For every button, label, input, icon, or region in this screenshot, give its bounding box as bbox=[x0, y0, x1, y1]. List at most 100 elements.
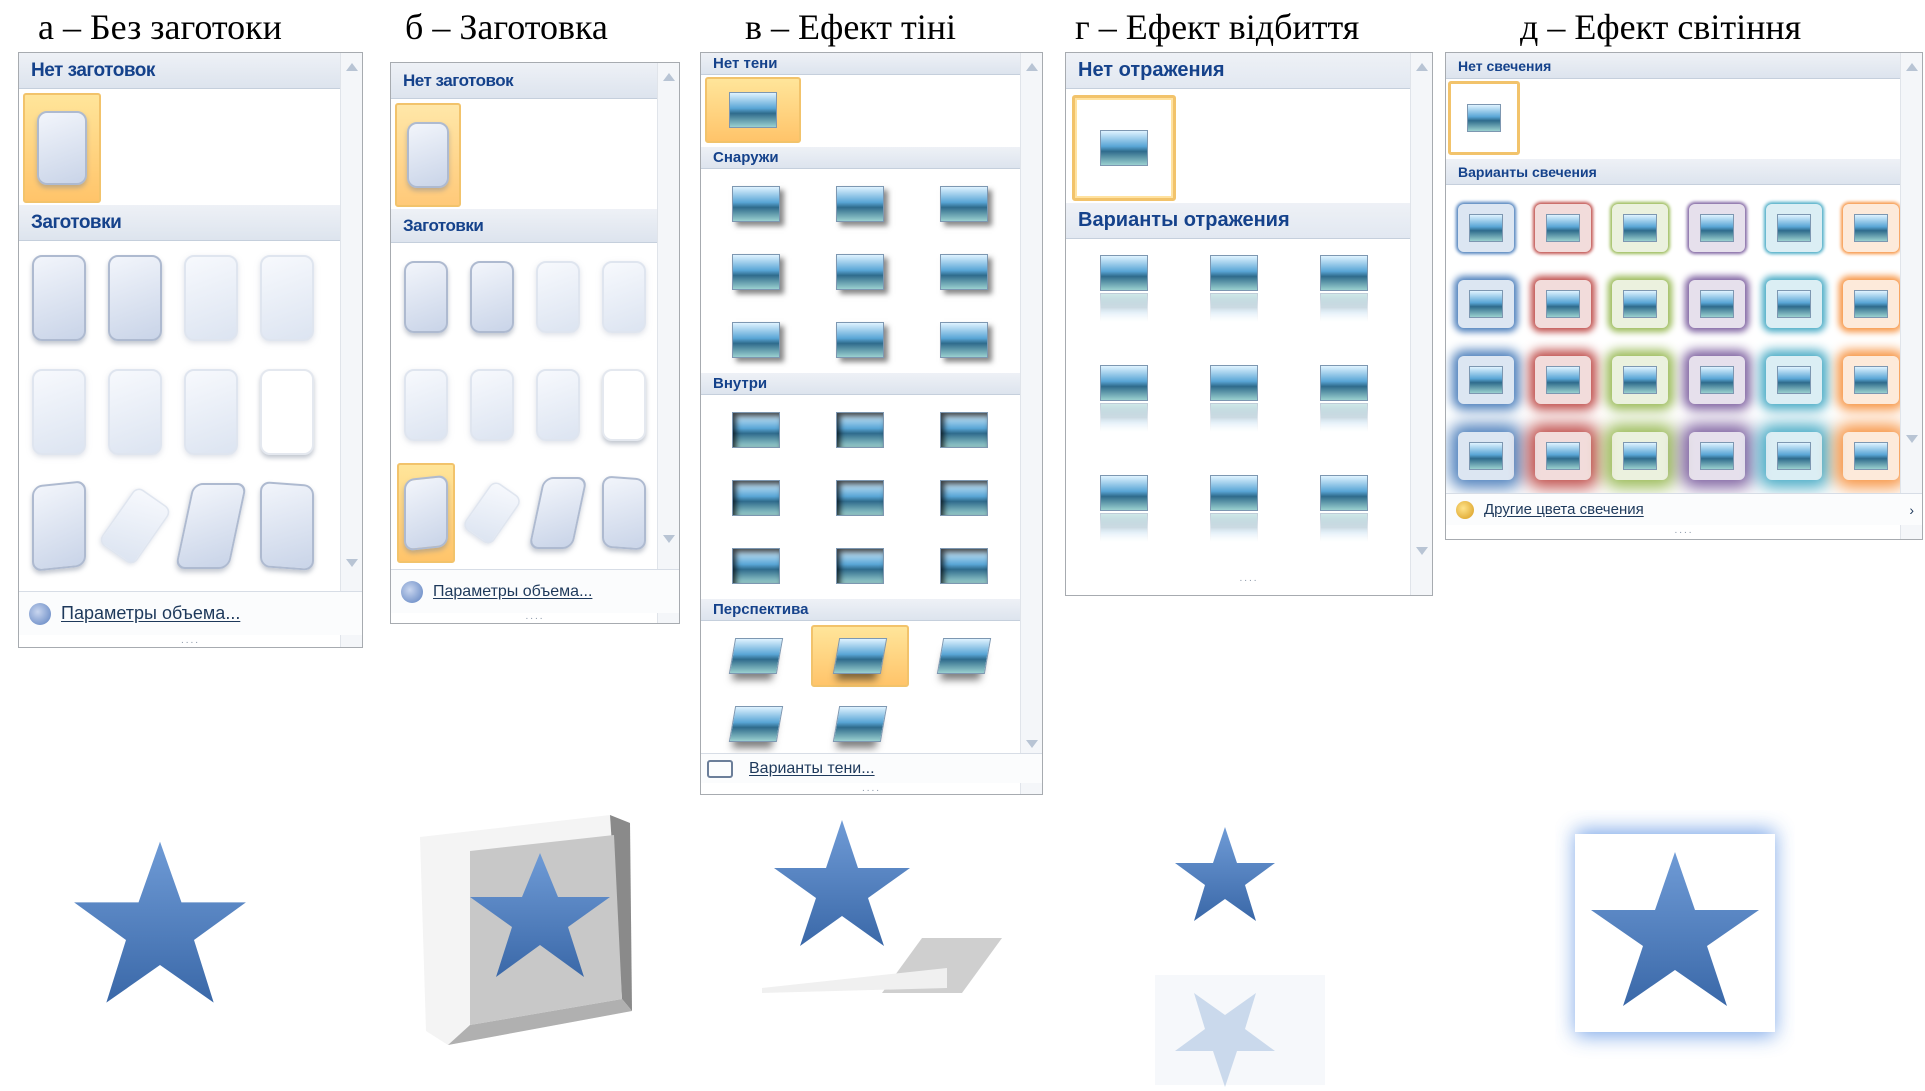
shadow-option[interactable] bbox=[707, 535, 805, 597]
shadow-option[interactable] bbox=[707, 309, 805, 371]
scroll-down-icon[interactable] bbox=[1026, 740, 1038, 748]
bevel-preset-option[interactable] bbox=[101, 245, 169, 351]
bevel-preset-option[interactable] bbox=[529, 247, 587, 347]
bevel-preset-option[interactable] bbox=[253, 359, 321, 465]
bevel-preset-option[interactable] bbox=[461, 463, 523, 563]
bevel-preset-option[interactable] bbox=[25, 359, 93, 465]
scroll-up-icon[interactable] bbox=[1026, 63, 1038, 71]
bevel-preset-option[interactable] bbox=[174, 473, 248, 579]
shadow-option[interactable] bbox=[915, 309, 1013, 371]
glow-option[interactable] bbox=[1835, 269, 1907, 339]
glow-option[interactable] bbox=[1450, 193, 1522, 263]
bevel-options-button[interactable]: Параметры объема... bbox=[19, 591, 362, 635]
scroll-down-icon[interactable] bbox=[1906, 435, 1918, 443]
glow-option[interactable] bbox=[1835, 345, 1907, 415]
glow-option[interactable] bbox=[1450, 421, 1522, 491]
glow-option[interactable] bbox=[1604, 421, 1676, 491]
bevel-preset-option[interactable] bbox=[397, 247, 455, 347]
scroll-up-icon[interactable] bbox=[1906, 63, 1918, 71]
shadow-option[interactable] bbox=[915, 173, 1013, 235]
resize-grip[interactable]: .... bbox=[1066, 573, 1432, 585]
glow-option[interactable] bbox=[1604, 269, 1676, 339]
glow-option[interactable] bbox=[1681, 193, 1753, 263]
resize-grip[interactable]: .... bbox=[391, 611, 679, 623]
bevel-preset-option[interactable] bbox=[397, 463, 455, 563]
glow-option[interactable] bbox=[1835, 421, 1907, 491]
shadow-options-button[interactable]: Варианты тени... bbox=[701, 753, 1042, 783]
bevel-preset-option[interactable] bbox=[177, 245, 245, 351]
bevel-preset-option[interactable] bbox=[253, 245, 321, 351]
scroll-up-icon[interactable] bbox=[1416, 63, 1428, 71]
more-glow-colors-button[interactable]: Другие цвета свечения › bbox=[1446, 493, 1922, 525]
reflection-option[interactable] bbox=[1072, 465, 1176, 569]
reflection-option[interactable] bbox=[1292, 245, 1396, 349]
bevel-preset-option[interactable] bbox=[25, 473, 93, 579]
glow-none-option[interactable] bbox=[1448, 81, 1520, 155]
glow-option[interactable] bbox=[1450, 269, 1522, 339]
glow-option[interactable] bbox=[1758, 421, 1830, 491]
bevel-none-option[interactable] bbox=[395, 103, 461, 207]
glow-option[interactable] bbox=[1758, 269, 1830, 339]
shadow-option[interactable] bbox=[707, 399, 805, 461]
bevel-none-option[interactable] bbox=[23, 93, 101, 203]
glow-option[interactable] bbox=[1758, 345, 1830, 415]
glow-option[interactable] bbox=[1527, 269, 1599, 339]
bevel-preset-option[interactable] bbox=[177, 359, 245, 465]
resize-grip[interactable]: .... bbox=[19, 635, 362, 647]
reflection-option[interactable] bbox=[1072, 245, 1176, 349]
bevel-options-button[interactable]: Параметры объема... bbox=[391, 569, 679, 613]
bevel-preset-option[interactable] bbox=[397, 355, 455, 455]
scrollbar[interactable] bbox=[657, 63, 679, 623]
shadow-option[interactable] bbox=[915, 625, 1013, 687]
scroll-down-icon[interactable] bbox=[346, 559, 358, 567]
glow-option[interactable] bbox=[1604, 193, 1676, 263]
resize-grip[interactable]: .... bbox=[1446, 525, 1922, 537]
reflection-option[interactable] bbox=[1182, 465, 1286, 569]
glow-option[interactable] bbox=[1681, 345, 1753, 415]
shadow-option[interactable] bbox=[915, 241, 1013, 303]
bevel-preset-option[interactable] bbox=[253, 473, 321, 579]
reflection-option[interactable] bbox=[1182, 245, 1286, 349]
bevel-preset-option[interactable] bbox=[25, 245, 93, 351]
glow-option[interactable] bbox=[1835, 193, 1907, 263]
bevel-preset-option[interactable] bbox=[463, 247, 521, 347]
shadow-option[interactable] bbox=[811, 625, 909, 687]
glow-option[interactable] bbox=[1681, 269, 1753, 339]
reflection-option[interactable] bbox=[1292, 465, 1396, 569]
scroll-up-icon[interactable] bbox=[346, 63, 358, 71]
shadow-option[interactable] bbox=[811, 173, 909, 235]
shadow-option[interactable] bbox=[811, 241, 909, 303]
shadow-option[interactable] bbox=[707, 625, 805, 687]
bevel-preset-option[interactable] bbox=[101, 359, 169, 465]
shadow-option[interactable] bbox=[811, 535, 909, 597]
glow-option[interactable] bbox=[1527, 421, 1599, 491]
shadow-option[interactable] bbox=[707, 467, 805, 529]
shadow-option[interactable] bbox=[811, 693, 909, 755]
scrollbar[interactable] bbox=[1900, 53, 1922, 539]
shadow-option[interactable] bbox=[915, 467, 1013, 529]
glow-option[interactable] bbox=[1527, 345, 1599, 415]
bevel-preset-option[interactable] bbox=[97, 473, 173, 579]
scrollbar[interactable] bbox=[1410, 53, 1432, 595]
bevel-preset-option[interactable] bbox=[528, 463, 588, 563]
shadow-option[interactable] bbox=[915, 399, 1013, 461]
scrollbar[interactable] bbox=[1020, 53, 1042, 794]
shadow-option[interactable] bbox=[811, 467, 909, 529]
scroll-up-icon[interactable] bbox=[663, 73, 675, 81]
reflection-none-option[interactable] bbox=[1072, 95, 1176, 201]
bevel-preset-option[interactable] bbox=[463, 355, 521, 455]
glow-option[interactable] bbox=[1527, 193, 1599, 263]
scroll-down-icon[interactable] bbox=[1416, 547, 1428, 555]
reflection-option[interactable] bbox=[1292, 355, 1396, 459]
bevel-preset-option[interactable] bbox=[595, 463, 653, 563]
shadow-option[interactable] bbox=[811, 399, 909, 461]
scroll-down-icon[interactable] bbox=[663, 535, 675, 543]
shadow-option[interactable] bbox=[707, 241, 805, 303]
bevel-preset-option[interactable] bbox=[529, 355, 587, 455]
shadow-option[interactable] bbox=[707, 693, 805, 755]
reflection-option[interactable] bbox=[1182, 355, 1286, 459]
shadow-option[interactable] bbox=[811, 309, 909, 371]
glow-option[interactable] bbox=[1758, 193, 1830, 263]
glow-option[interactable] bbox=[1450, 345, 1522, 415]
shadow-option[interactable] bbox=[707, 173, 805, 235]
